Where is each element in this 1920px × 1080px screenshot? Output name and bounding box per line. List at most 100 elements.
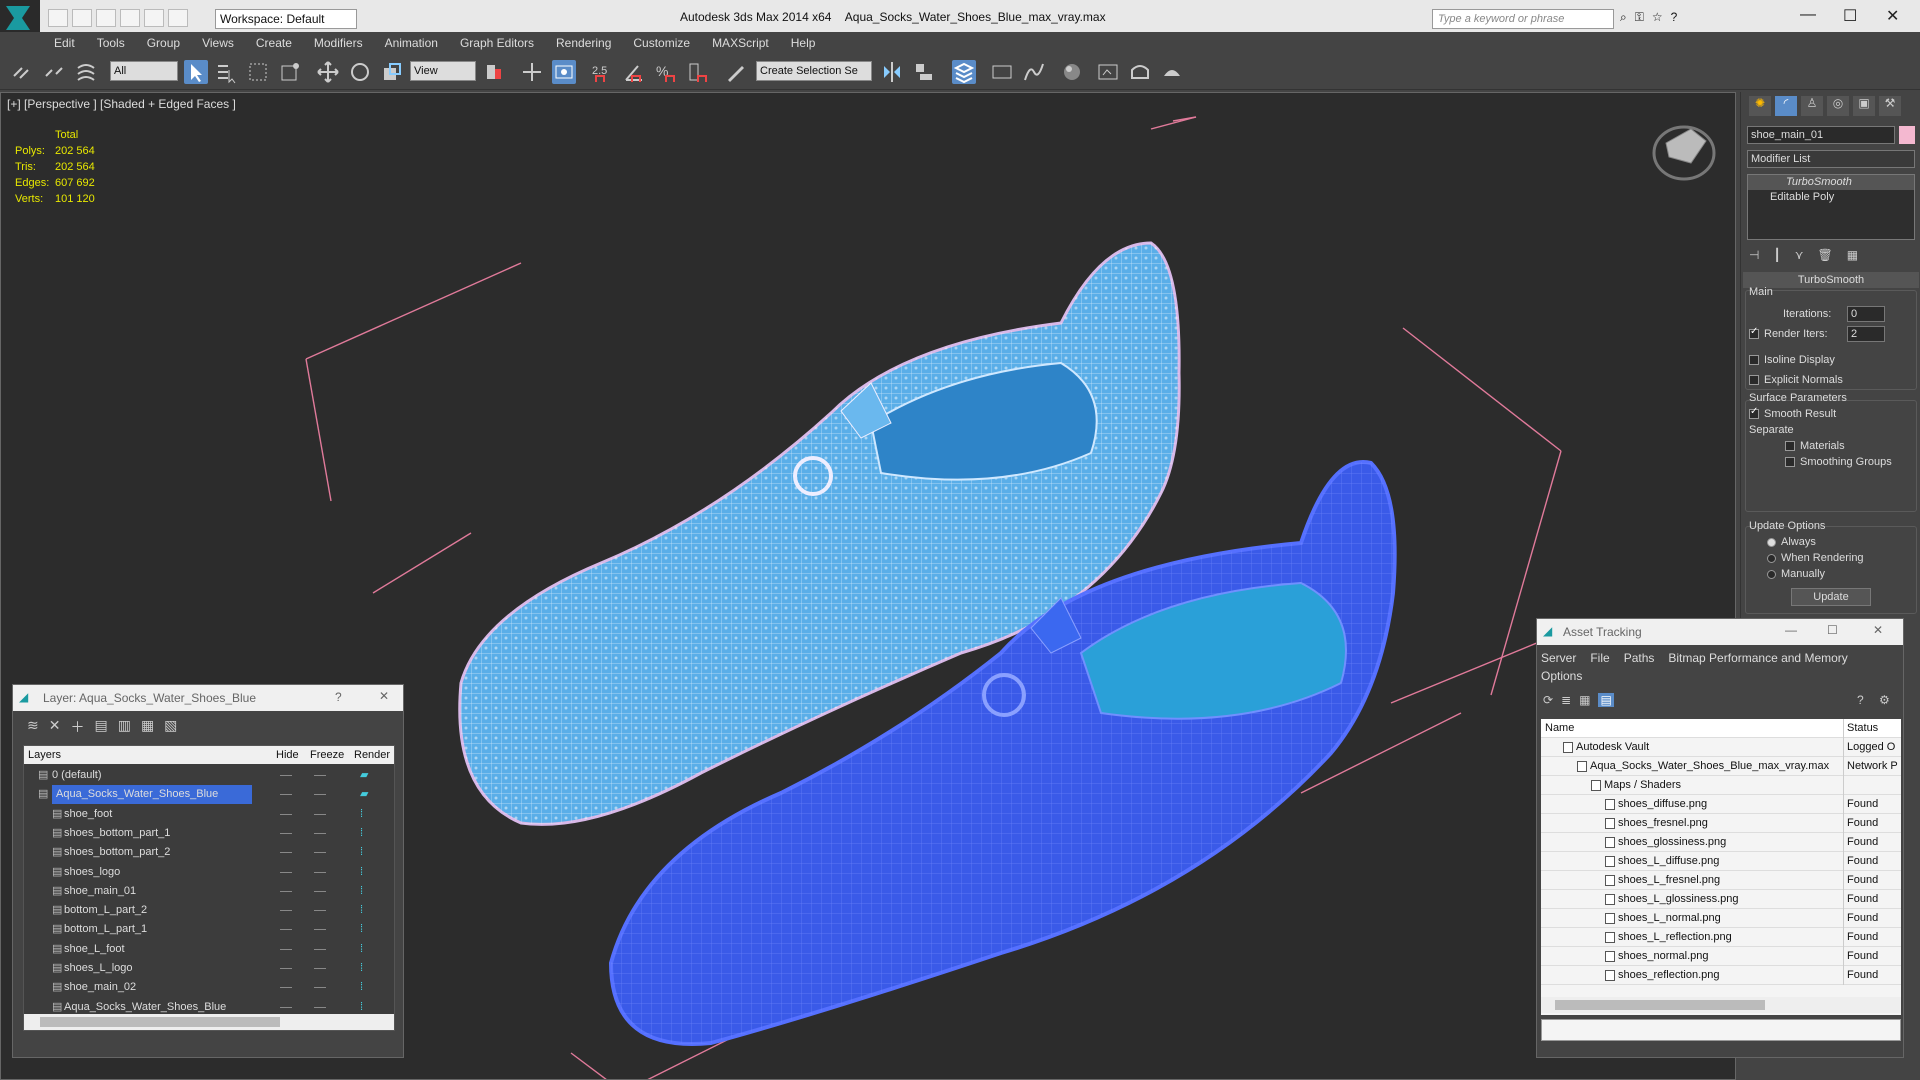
display-tab-icon[interactable]: ▣ [1853, 96, 1875, 116]
isoline-display-checkbox[interactable] [1749, 355, 1759, 366]
render-iters-spinner[interactable]: 2 [1847, 326, 1885, 342]
undo-icon[interactable] [120, 9, 140, 27]
layer-row[interactable]: bottom_L_part_2 ▤ ⁞ [24, 901, 394, 920]
layer-scrollbar[interactable] [24, 1014, 394, 1030]
curve-editor-icon[interactable] [1022, 60, 1046, 84]
snaps-toggle-icon[interactable]: 2.5 [590, 60, 614, 84]
materials-checkbox[interactable] [1785, 441, 1795, 452]
render-toggle-icon[interactable]: ⁞ [360, 863, 363, 882]
toggle-dash[interactable] [314, 929, 326, 931]
help-icon[interactable]: ? [1671, 10, 1678, 25]
mirror-icon[interactable] [880, 60, 904, 84]
toggle-dash[interactable] [314, 852, 326, 854]
selection-filter-dropdown[interactable]: All [110, 61, 178, 81]
menu-views[interactable]: Views [202, 32, 234, 54]
scale-icon[interactable] [380, 60, 404, 84]
list-view-icon[interactable]: ≣ [1561, 693, 1571, 707]
column-header-hide[interactable]: Hide [276, 746, 299, 764]
table-view-icon[interactable]: ▤ [1598, 693, 1614, 707]
toggle-dash[interactable] [280, 929, 292, 931]
layer-row[interactable]: Aqua_Socks_Water_Shoes_Blue ▤ ▰ [24, 785, 394, 805]
rectangular-selection-icon[interactable] [246, 60, 270, 84]
star-icon[interactable]: ☆ [1652, 10, 1663, 25]
menu-edit[interactable]: Edit [54, 32, 75, 54]
thumbnail-view-icon[interactable]: ▦ [1579, 693, 1590, 707]
maximize-icon[interactable]: ☐ [1843, 6, 1857, 26]
smooth-result-checkbox[interactable] [1749, 406, 1759, 420]
layer-row[interactable]: shoes_logo ▤ ⁞ [24, 863, 394, 882]
layer-row[interactable]: shoe_L_foot ▤ ⁞ [24, 940, 394, 959]
menu-modifiers[interactable]: Modifiers [314, 32, 363, 54]
menu-tools[interactable]: Tools [97, 32, 125, 54]
toggle-dash[interactable] [314, 813, 326, 815]
configure-modifier-sets-icon[interactable]: ▦ [1847, 248, 1858, 262]
layer-row[interactable]: shoe_main_01 ▤ ⁞ [24, 882, 394, 901]
link-icon[interactable] [10, 60, 34, 84]
maximize-icon[interactable]: ☐ [1827, 623, 1838, 637]
render-toggle-icon[interactable]: ⁞ [360, 978, 363, 997]
pivot-center-icon[interactable] [482, 60, 506, 84]
render-toggle-icon[interactable]: ⁞ [360, 959, 363, 978]
make-unique-icon[interactable]: ⋎ [1795, 248, 1804, 262]
bind-space-warp-icon[interactable] [74, 60, 98, 84]
when-rendering-radio[interactable] [1767, 553, 1776, 563]
menu-rendering[interactable]: Rendering [556, 32, 611, 54]
asset-row[interactable]: Autodesk Vault Logged O [1541, 738, 1901, 757]
toggle-dash[interactable] [280, 968, 292, 969]
reference-coordinate-dropdown[interactable]: View [410, 61, 476, 81]
delete-layer-icon[interactable]: ✕ [49, 717, 61, 737]
column-header-render[interactable]: Render [354, 746, 390, 764]
window-crossing-icon[interactable] [278, 60, 302, 84]
menu-graph-editors[interactable]: Graph Editors [460, 32, 534, 54]
toggle-dash[interactable] [280, 910, 292, 912]
workspace-dropdown[interactable]: Workspace: Default [215, 9, 357, 29]
column-header-layers[interactable]: Layers [28, 746, 61, 764]
freeze-all-layers-icon[interactable]: ▧ [164, 717, 177, 737]
asset-row[interactable]: shoes_reflection.png Found [1541, 966, 1901, 985]
toggle-dash[interactable] [314, 1006, 326, 1008]
layer-row[interactable]: bottom_L_part_1 ▤ ⁞ [24, 920, 394, 939]
asset-row[interactable]: shoes_L_normal.png Found [1541, 909, 1901, 928]
toggle-dash[interactable] [314, 890, 326, 892]
toggle-dash[interactable] [280, 871, 292, 873]
align-icon[interactable] [912, 60, 936, 84]
toggle-dash[interactable] [280, 852, 292, 854]
close-icon[interactable]: ✕ [1873, 623, 1883, 637]
menu-options[interactable]: Options [1541, 669, 1582, 683]
keyboard-shortcut-override-icon[interactable] [552, 60, 576, 84]
layer-row[interactable]: shoes_L_logo ▤ ⁞ [24, 959, 394, 978]
percent-snap-icon[interactable]: % [654, 60, 678, 84]
menu-customize[interactable]: Customize [633, 32, 690, 54]
material-editor-icon[interactable] [1060, 60, 1084, 84]
modify-tab-icon[interactable]: ◜ [1775, 96, 1797, 116]
minimize-icon[interactable]: — [1785, 623, 1797, 637]
manually-radio[interactable] [1767, 569, 1776, 579]
create-tab-icon[interactable]: ✺ [1749, 96, 1771, 116]
column-header-status[interactable]: Status [1843, 719, 1901, 738]
always-radio[interactable] [1767, 537, 1776, 547]
asset-row[interactable]: shoes_L_fresnel.png Found [1541, 871, 1901, 890]
named-selection-dropdown[interactable]: Create Selection Se [756, 61, 872, 81]
render-toggle-icon[interactable]: ⁞ [360, 882, 363, 901]
toggle-dash[interactable] [280, 794, 292, 796]
object-color-swatch[interactable] [1899, 126, 1915, 144]
asset-help-icon[interactable]: ? [1857, 693, 1864, 707]
select-and-manipulate-icon[interactable] [520, 60, 544, 84]
rotate-icon[interactable] [348, 60, 372, 84]
toggle-dash[interactable] [314, 968, 326, 969]
toggle-dash[interactable] [280, 948, 292, 950]
toggle-dash[interactable] [280, 1006, 292, 1008]
asset-row[interactable]: Aqua_Socks_Water_Shoes_Blue_max_vray.max… [1541, 757, 1901, 776]
toggle-dash[interactable] [280, 987, 292, 989]
toggle-dash[interactable] [280, 813, 292, 815]
layer-row[interactable]: 0 (default) ▤ ▰ [24, 766, 394, 785]
hierarchy-tab-icon[interactable]: ♙ [1801, 96, 1823, 116]
add-to-layer-icon[interactable]: ＋ [70, 717, 84, 737]
new-file-icon[interactable] [48, 9, 68, 27]
remove-modifier-icon[interactable]: 🗑 [1817, 248, 1832, 262]
column-header-name[interactable]: Name [1541, 722, 1574, 734]
close-icon[interactable]: ✕ [379, 689, 389, 703]
iterations-spinner[interactable]: 0 [1847, 306, 1885, 322]
asset-row[interactable]: shoes_normal.png Found [1541, 947, 1901, 966]
layer-row[interactable]: shoe_main_02 ▤ ⁞ [24, 978, 394, 997]
